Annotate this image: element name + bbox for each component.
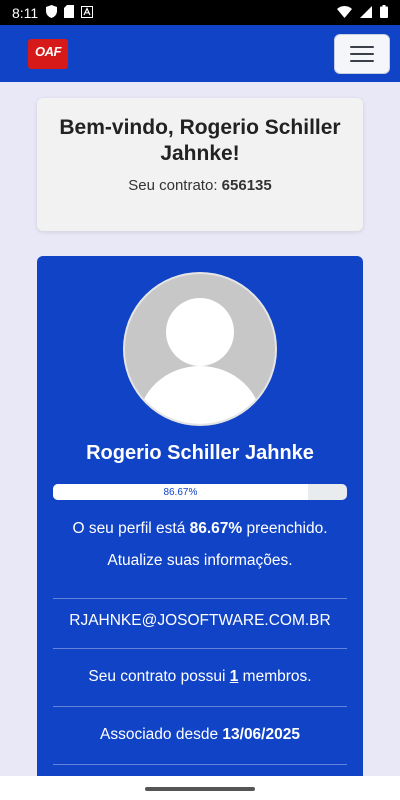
contract-info: Seu contrato: 656135 [37, 177, 363, 194]
top-navbar: OAF [0, 25, 400, 82]
sd-card-icon [64, 4, 75, 21]
progress-fill: 86.67% [53, 484, 308, 500]
contract-members-text: Seu contrato possui 1 membros. [37, 668, 363, 686]
divider [53, 764, 347, 765]
welcome-title: Bem-vindo, Rogerio Schiller Jahnke! [59, 116, 341, 165]
since-date: 13/06/2025 [222, 726, 300, 743]
system-navigation-bar [0, 776, 400, 800]
member-since-text: Associado desde 13/06/2025 [37, 726, 363, 744]
profile-email: RJAHNKE@JOSOFTWARE.COM.BR [69, 612, 331, 629]
welcome-card: Bem-vindo, Rogerio Schiller Jahnke! Seu … [37, 98, 363, 231]
profile-progress-bar: 86.67% [53, 484, 347, 500]
profile-card: Rogerio Schiller Jahnke 86.67% O seu per… [37, 256, 363, 800]
since-prefix: Associado desde [100, 726, 219, 743]
completion-value: 86.67% [189, 520, 243, 537]
completion-suffix: preenchido. [246, 520, 328, 537]
members-suffix: membros. [242, 668, 312, 685]
members-count-link[interactable]: 1 [230, 668, 239, 685]
contract-number: 656135 [221, 177, 272, 194]
profile-completion-text: O seu perfil está 86.67% preenchido. [37, 520, 363, 538]
completion-prefix: O seu perfil está [72, 520, 186, 537]
signal-icon [360, 5, 372, 21]
status-time: 8:11 [12, 4, 39, 21]
contract-label: Seu contrato: [128, 177, 218, 194]
divider [53, 706, 347, 707]
members-prefix: Seu contrato possui [88, 668, 226, 685]
shield-icon [46, 4, 58, 21]
hamburger-icon [350, 45, 374, 48]
font-icon [81, 5, 94, 21]
user-placeholder-icon [138, 298, 262, 424]
home-gesture-handle[interactable] [145, 787, 255, 791]
update-info-link[interactable]: Atualize suas informações. [37, 552, 363, 570]
wifi-icon [337, 5, 352, 21]
divider [53, 648, 347, 649]
avatar [123, 272, 277, 426]
battery-icon [380, 4, 388, 21]
divider [53, 598, 347, 599]
profile-name: Rogerio Schiller Jahnke [86, 442, 314, 464]
menu-toggle-button[interactable] [334, 33, 390, 74]
status-bar: 8:11 [0, 0, 400, 25]
brand-logo[interactable]: OAF [28, 38, 68, 69]
